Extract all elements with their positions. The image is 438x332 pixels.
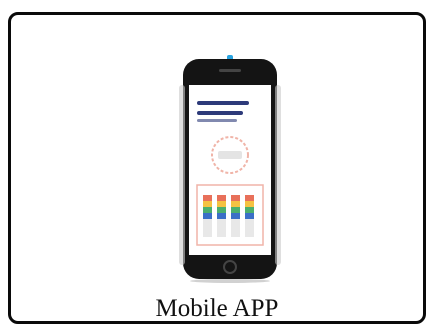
phone-screen	[189, 85, 271, 255]
mobile-app-card[interactable]: Mobile APP	[8, 12, 426, 324]
card-caption: Mobile APP	[155, 295, 279, 322]
screen-button	[218, 151, 242, 159]
smartphone-icon	[179, 55, 281, 283]
